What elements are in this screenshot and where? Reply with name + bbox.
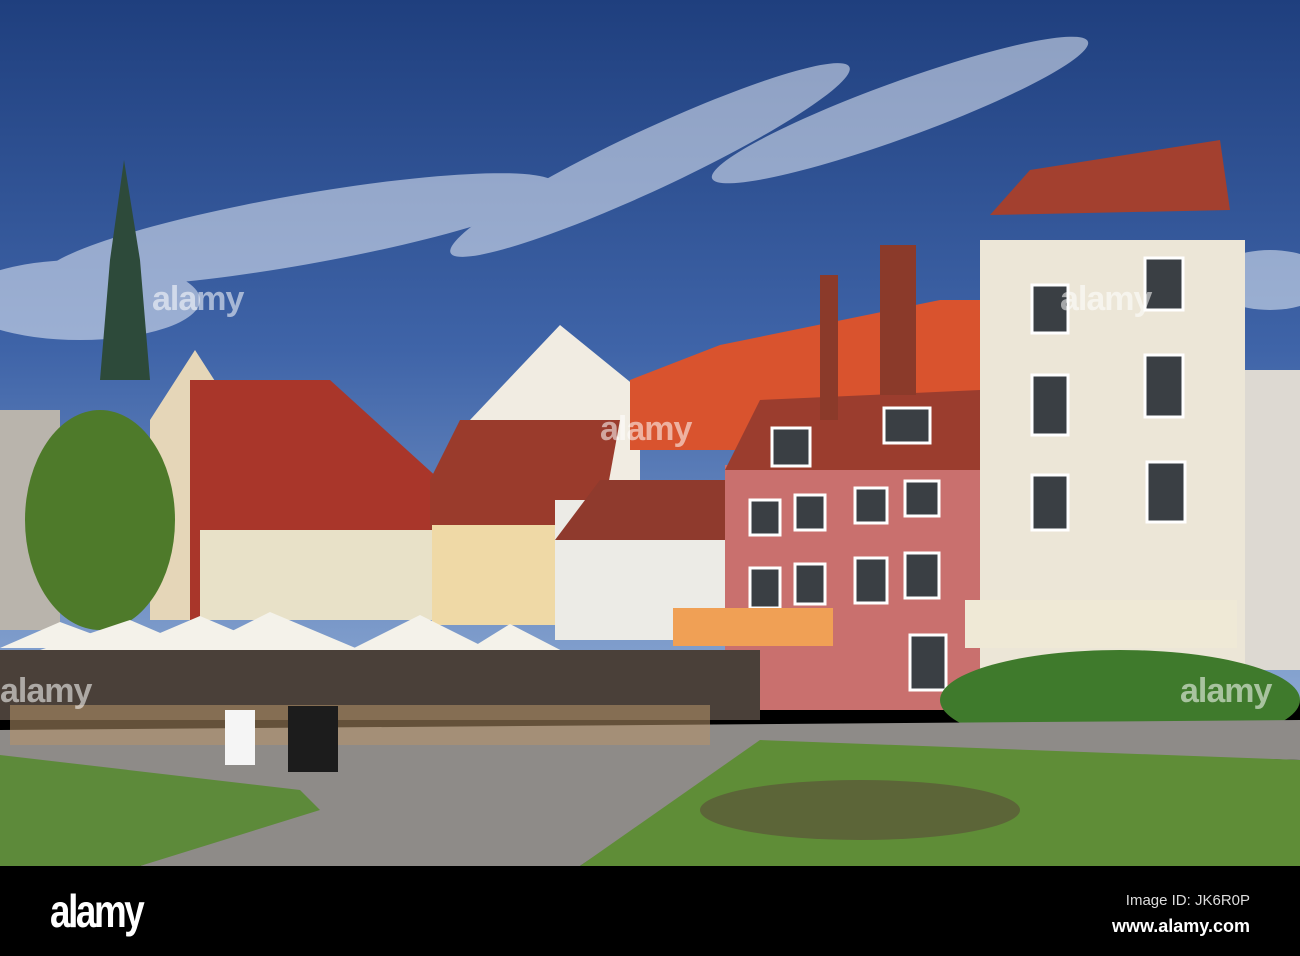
image-id: Image ID: JK6R0P [1125,892,1250,909]
menu-board [288,706,338,772]
photo: alamy alamy alamy alamy alamy [0,0,1300,866]
footer-bar: alamy Image ID: JK6R0P www.alamy.com [0,866,1300,956]
yellow-house [432,525,562,625]
alamy-logo: alamy [50,885,145,937]
scene [0,0,1300,866]
awning-white [965,600,1237,648]
awning-orange [673,608,833,646]
site-url[interactable]: www.alamy.com [1112,916,1250,937]
tree [25,410,175,630]
cafe-chairs [10,705,710,745]
heater [225,710,255,765]
